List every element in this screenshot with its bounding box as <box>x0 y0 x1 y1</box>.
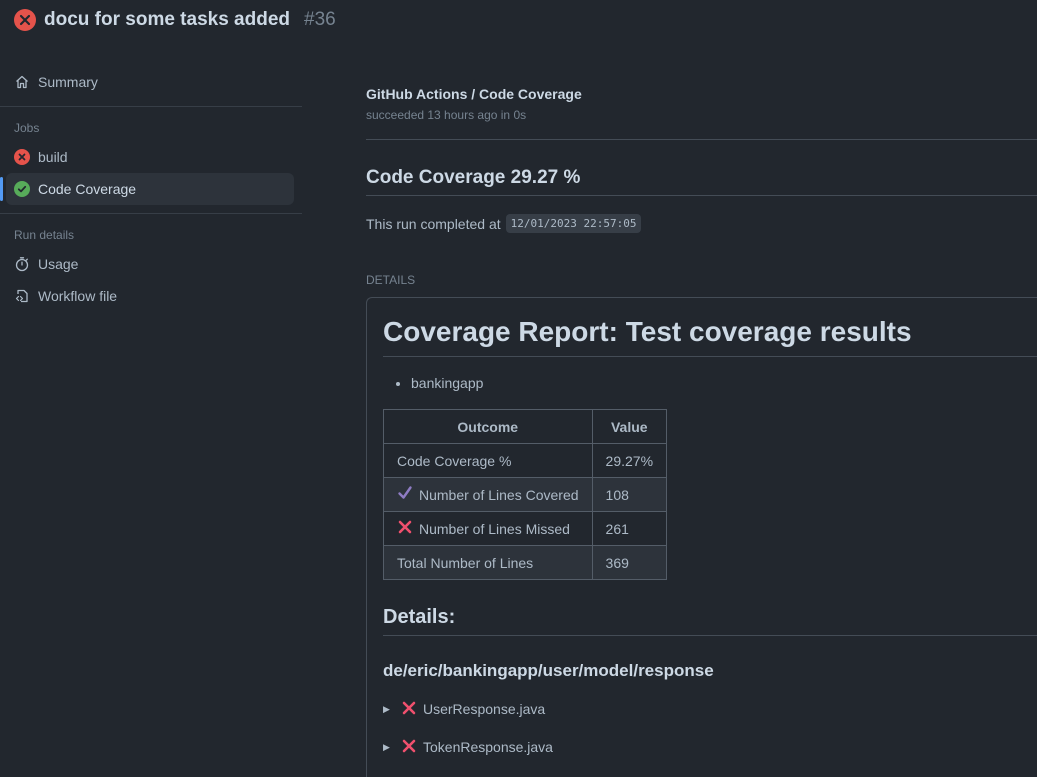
file-name: TokenResponse.java <box>423 739 553 755</box>
disclosure-triangle-icon[interactable]: ▶ <box>383 704 395 715</box>
outcome-label: Code Coverage % <box>397 452 512 469</box>
outcome-cell: Number of Lines Covered <box>383 477 593 512</box>
sidebar-item-label: build <box>38 149 68 165</box>
sidebar-item-label: Summary <box>38 74 98 90</box>
run-number: #36 <box>304 9 336 30</box>
sidebar-item-usage[interactable]: Usage <box>6 248 294 280</box>
disclosure-triangle-icon[interactable]: ▶ <box>383 742 395 753</box>
cross-icon <box>401 738 417 757</box>
cross-icon <box>397 519 413 538</box>
sidebar-item-summary[interactable]: Summary <box>6 66 294 98</box>
column-header-outcome: Outcome <box>383 409 593 444</box>
table-row: Number of Lines Missed 261 <box>383 511 668 546</box>
sidebar-item-label: Workflow file <box>38 288 118 304</box>
details-heading: Details: <box>383 606 1037 636</box>
list-item: bankingapp <box>411 375 1037 391</box>
home-icon <box>14 74 30 90</box>
column-header-value: Value <box>591 409 668 444</box>
report-title: Coverage Report: Test coverage results <box>383 316 1037 357</box>
file-disclosure-row[interactable]: ▶ TokenResponse.java <box>383 737 1037 757</box>
jobs-heading: Jobs <box>14 121 40 135</box>
outcome-label: Number of Lines Missed <box>419 520 570 537</box>
value-cell: 29.27% <box>591 443 668 478</box>
coverage-summary-heading: Code Coverage 29.27 % <box>366 167 581 188</box>
sidebar-divider <box>0 106 302 107</box>
sidebar-item-label: Code Coverage <box>38 181 137 197</box>
check-icon <box>397 485 413 504</box>
value-cell: 369 <box>591 545 668 580</box>
stopwatch-icon <box>14 256 30 272</box>
sidebar: Summary Jobs build Code Coverage Run det… <box>0 66 302 312</box>
completed-prefix: This run completed at <box>366 215 501 232</box>
file-disclosure-row[interactable]: ▶ UserResponse.java <box>383 699 1037 719</box>
failure-icon <box>14 149 30 165</box>
details-label: DETAILS <box>366 273 416 287</box>
sidebar-divider <box>0 213 302 214</box>
divider <box>366 195 1037 196</box>
main-content: GitHub Actions / Code Coverage succeeded… <box>366 86 1037 777</box>
value-cell: 261 <box>591 511 668 546</box>
sidebar-item-code-coverage[interactable]: Code Coverage <box>0 173 294 205</box>
completed-timestamp: 12/01/2023 22:57:05 <box>505 214 642 233</box>
table-row: Number of Lines Covered 108 <box>383 477 668 512</box>
run-header: docu for some tasks added #36 <box>14 9 336 31</box>
table-row: Code Coverage % 29.27% <box>383 443 668 478</box>
job-meta: succeeded 13 hours ago in 0s <box>366 108 527 122</box>
package-list: bankingapp <box>383 375 1037 391</box>
table-header-row: Outcome Value <box>383 409 668 444</box>
file-name: UserResponse.java <box>423 701 546 717</box>
sidebar-item-workflow-file[interactable]: Workflow file <box>6 280 294 312</box>
outcome-cell: Total Number of Lines <box>383 545 593 580</box>
success-icon <box>14 181 30 197</box>
divider <box>366 139 1037 140</box>
outcome-cell: Code Coverage % <box>383 443 593 478</box>
failure-status-icon <box>14 9 36 31</box>
outcome-label: Total Number of Lines <box>397 554 534 571</box>
coverage-table: Outcome Value Code Coverage % 29.27% Num… <box>383 409 668 580</box>
package-path-heading: de/eric/bankingapp/user/model/response <box>383 661 714 680</box>
sidebar-item-label: Usage <box>38 256 79 272</box>
job-title[interactable]: GitHub Actions / Code Coverage <box>366 86 1037 104</box>
file-code-icon <box>14 288 30 304</box>
cross-icon <box>401 700 417 719</box>
coverage-report: Coverage Report: Test coverage results b… <box>366 297 1037 777</box>
sidebar-item-build[interactable]: build <box>6 141 294 173</box>
run-details-heading: Run details <box>14 228 75 242</box>
table-row: Total Number of Lines 369 <box>383 545 668 580</box>
completed-line: This run completed at 12/01/2023 22:57:0… <box>366 214 1037 233</box>
value-cell: 108 <box>591 477 668 512</box>
outcome-cell: Number of Lines Missed <box>383 511 593 546</box>
run-title: docu for some tasks added <box>44 9 291 30</box>
outcome-label: Number of Lines Covered <box>419 486 579 503</box>
